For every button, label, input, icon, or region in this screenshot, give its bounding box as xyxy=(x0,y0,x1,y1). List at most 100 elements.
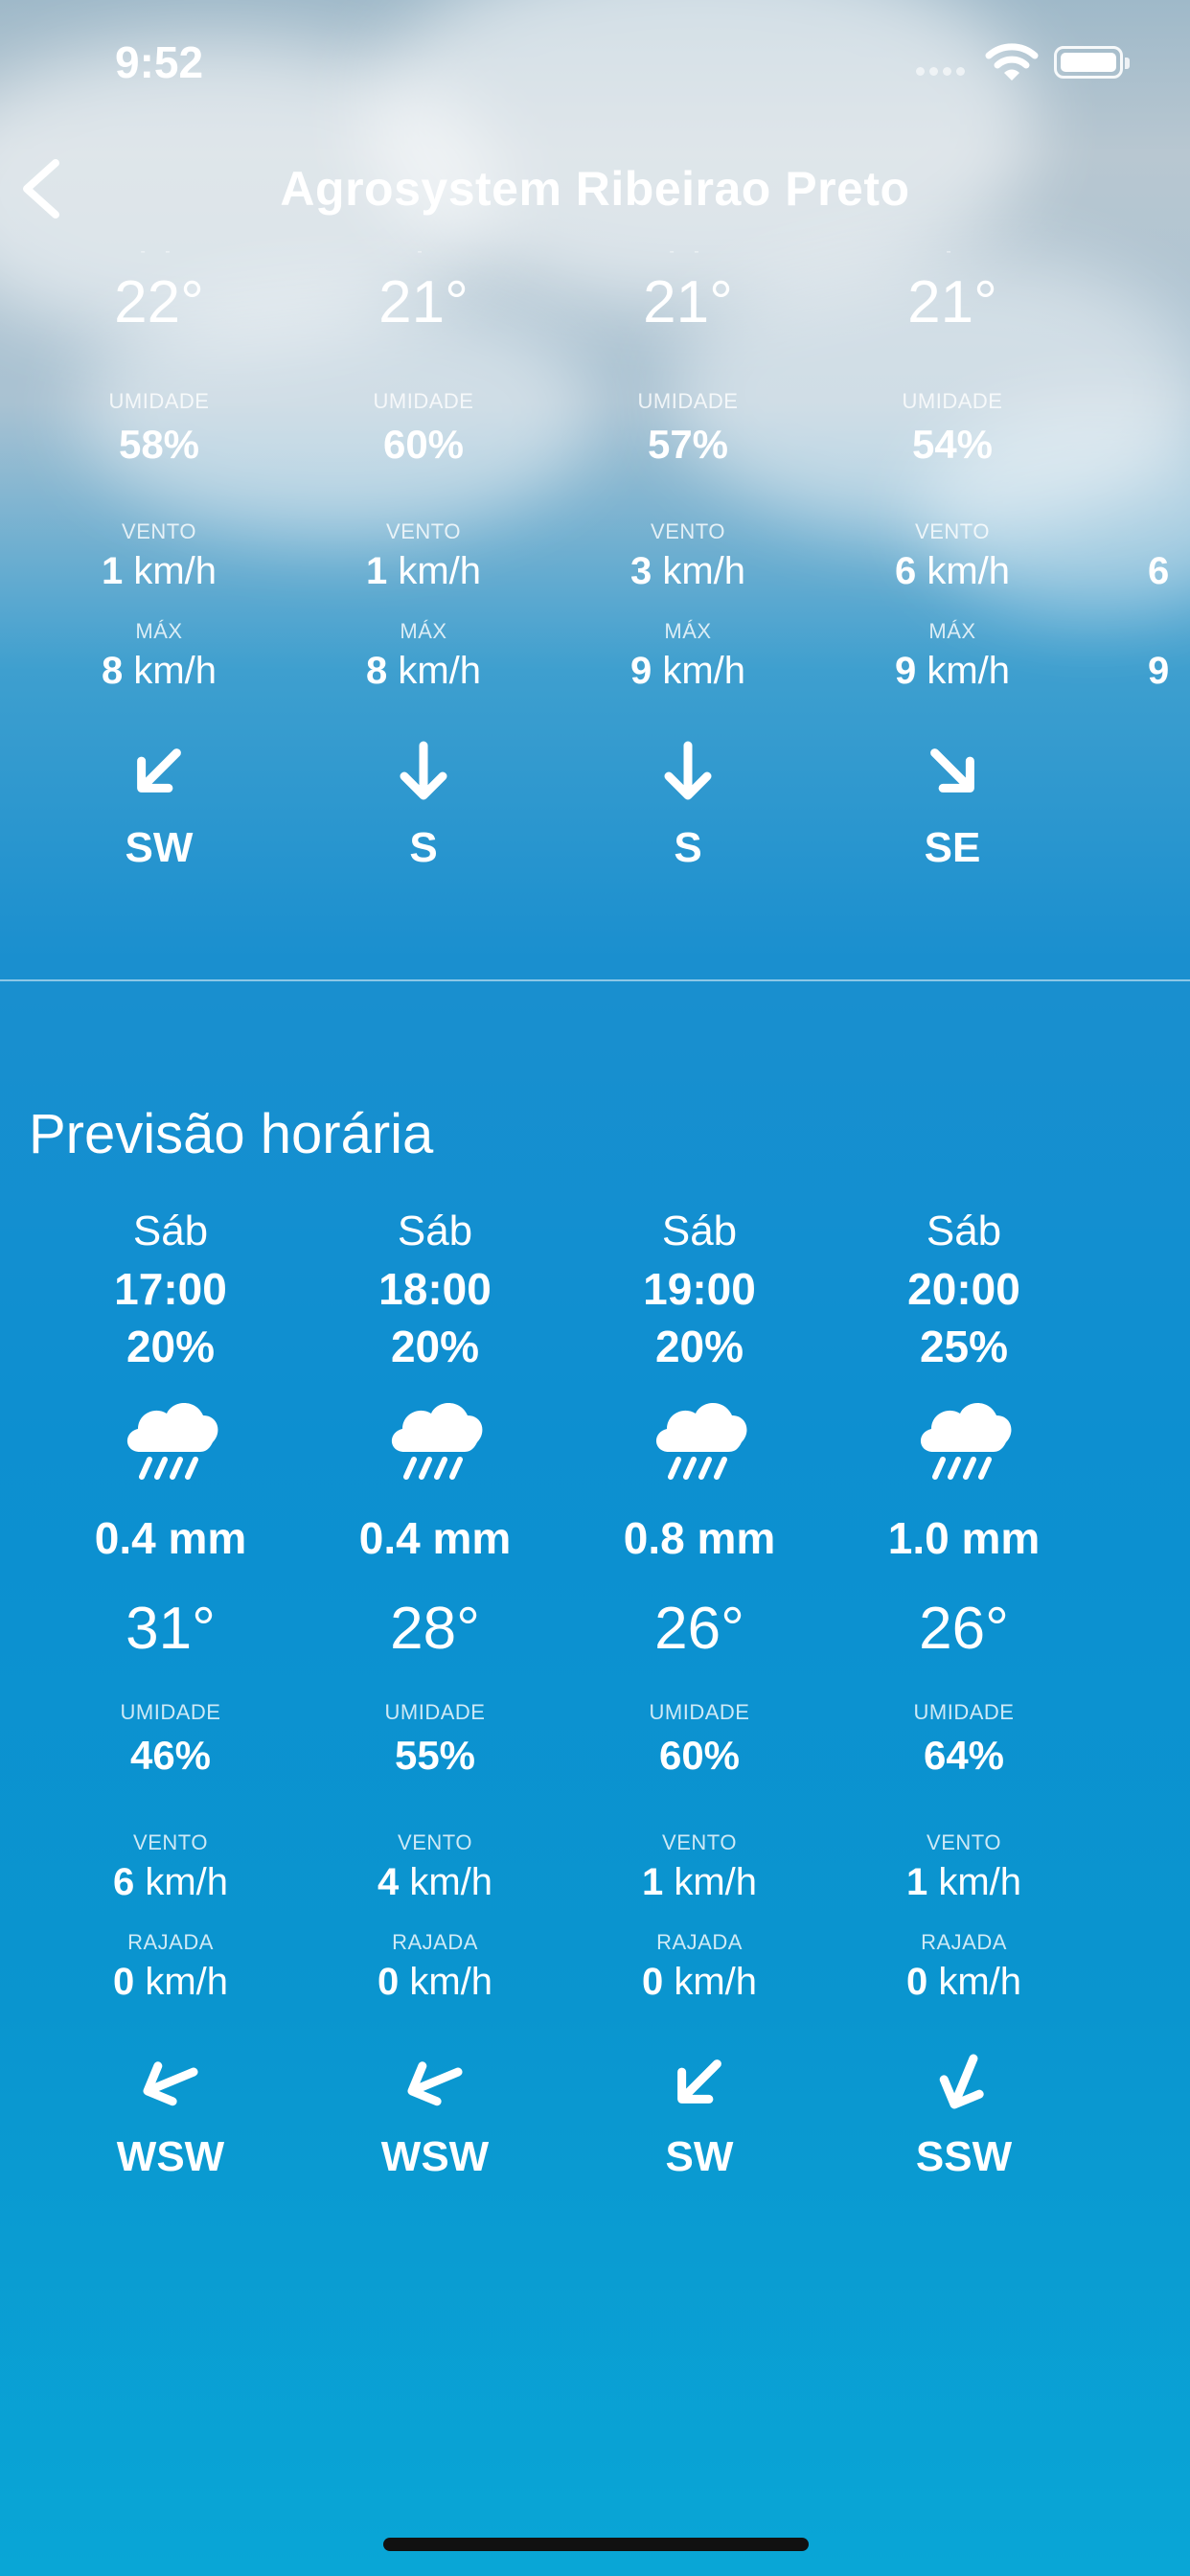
gust-speed: 0 km/h xyxy=(905,1961,1022,2003)
precipitation-amount: 0.8 mm xyxy=(623,1513,776,1563)
wind-label: VENTO xyxy=(927,1830,1001,1854)
rain-cloud-icon xyxy=(379,1384,491,1489)
precipitation-amount: 0.4 mm xyxy=(94,1513,247,1563)
arrow-wsw-icon xyxy=(121,2032,221,2132)
cellular-signal-icon xyxy=(916,67,973,77)
humidity-label: UMIDADE xyxy=(913,1700,1015,1724)
temperature: 21° xyxy=(643,269,733,335)
gust-label: RAJADA xyxy=(392,1930,478,1954)
column-header-dash: - - xyxy=(669,243,707,260)
gust-label: RAJADA xyxy=(127,1930,214,1954)
wind-direction: SW xyxy=(125,824,194,871)
day-label: Sáb xyxy=(397,1208,473,1254)
wind-direction: SW xyxy=(665,2133,734,2180)
temperature: 26° xyxy=(919,1596,1009,1662)
humidity-label: UMIDADE xyxy=(649,1700,750,1724)
rain-cloud-icon xyxy=(115,1384,226,1489)
temperature: 28° xyxy=(390,1596,480,1662)
wind-speed: 6 km/h xyxy=(112,1861,229,1903)
humidity-label: UMIDADE xyxy=(902,389,1003,413)
column-header-dash: - xyxy=(417,243,430,260)
hour-label: 20:00 xyxy=(907,1264,1020,1314)
day-label: Sáb xyxy=(926,1208,1002,1254)
wind-speed: 1 km/h xyxy=(641,1861,758,1903)
arrow-ssw-icon xyxy=(914,2032,1015,2132)
column-header-dash: - - xyxy=(140,243,178,260)
column-header-dash: - xyxy=(946,243,959,260)
rain-probability: 25% xyxy=(919,1322,1009,1371)
arrow-wsw-icon xyxy=(385,2032,486,2132)
wind-speed: 1 km/h xyxy=(905,1861,1022,1903)
arrow-se-icon xyxy=(898,716,1006,824)
wind-label: VENTO xyxy=(386,519,461,543)
hourly-forecast-strip[interactable]: Sáb 17:00 20% 0.4 mm 31° UMIDADE 46% VEN… xyxy=(0,1198,1190,2214)
temperature: 31° xyxy=(126,1596,216,1662)
section-divider xyxy=(0,979,1190,981)
max-label: MÁX xyxy=(135,619,183,643)
gust-label: RAJADA xyxy=(921,1930,1007,1954)
day-label: Sáb xyxy=(661,1208,738,1254)
arrow-sw-icon xyxy=(104,716,213,824)
wind-speed: 3 km/h xyxy=(629,550,746,592)
humidity-value: 57% xyxy=(647,422,729,467)
wind-label: VENTO xyxy=(122,519,196,543)
max-speed: 8 km/h xyxy=(365,650,482,692)
wifi-icon xyxy=(985,43,1039,80)
rain-probability: 20% xyxy=(654,1322,744,1371)
wind-speed: 1 km/h xyxy=(101,550,217,592)
humidity-label: UMIDADE xyxy=(637,389,739,413)
wind-direction: SE xyxy=(924,824,981,871)
wind-direction: WSW xyxy=(116,2133,225,2180)
humidity-value: 46% xyxy=(129,1733,212,1778)
humidity-value: 60% xyxy=(382,422,465,467)
gust-speed: 0 km/h xyxy=(377,1961,493,2003)
rain-probability: 20% xyxy=(126,1322,216,1371)
arrow-s-icon xyxy=(650,732,726,809)
wind-speed: 4 km/h xyxy=(377,1861,493,1903)
temperature: 26° xyxy=(654,1596,744,1662)
humidity-label: UMIDADE xyxy=(384,1700,486,1724)
daily-forecast-strip[interactable]: - - 22° UMIDADE 58% VENTO 1 km/h MÁX 8 k… xyxy=(0,240,1190,901)
temperature: 22° xyxy=(114,269,204,335)
max-speed: 8 km/h xyxy=(101,650,217,692)
wind-label: VENTO xyxy=(915,519,990,543)
wind-direction: WSW xyxy=(380,2133,490,2180)
max-speed: 9 km/h xyxy=(894,650,1011,692)
wind-label: VENTO xyxy=(662,1830,737,1854)
max-speed: 9 km/h xyxy=(629,650,746,692)
temperature: 21° xyxy=(907,269,997,335)
page-title: Agrosystem Ribeirao Preto xyxy=(280,162,910,216)
humidity-value: 58% xyxy=(118,422,200,467)
humidity-value: 55% xyxy=(394,1733,476,1778)
humidity-value: 60% xyxy=(658,1733,741,1778)
wind-label: VENTO xyxy=(133,1830,208,1854)
humidity-value: 54% xyxy=(911,422,994,467)
battery-icon xyxy=(1054,46,1130,79)
home-indicator[interactable] xyxy=(383,2538,809,2551)
gust-label: RAJADA xyxy=(656,1930,743,1954)
temperature: 21° xyxy=(378,269,469,335)
status-bar: 9:52 xyxy=(0,0,1190,134)
wind-label: VENTO xyxy=(651,519,725,543)
arrow-sw-icon xyxy=(645,2027,753,2135)
wind-direction: SSW xyxy=(915,2133,1013,2180)
max-label: MÁX xyxy=(400,619,447,643)
hourly-forecast-title: Previsão horária xyxy=(29,1103,434,1165)
max-label: MÁX xyxy=(664,619,712,643)
precipitation-amount: 0.4 mm xyxy=(358,1513,512,1563)
hour-label: 19:00 xyxy=(643,1264,756,1314)
arrow-s-icon xyxy=(385,732,462,809)
navigation-bar: Agrosystem Ribeirao Preto xyxy=(0,144,1190,230)
humidity-value: 64% xyxy=(923,1733,1005,1778)
wind-speed: 6 km/h xyxy=(894,550,1011,592)
hour-label: 18:00 xyxy=(378,1264,492,1314)
humidity-label: UMIDADE xyxy=(373,389,474,413)
wind-direction: S xyxy=(409,824,438,871)
gust-speed: 0 km/h xyxy=(112,1961,229,2003)
max-speed: 9 xyxy=(1148,650,1170,692)
rain-probability: 20% xyxy=(390,1322,480,1371)
status-time: 9:52 xyxy=(115,37,204,87)
wind-speed: 6 xyxy=(1148,550,1170,592)
wind-label: VENTO xyxy=(398,1830,472,1854)
precipitation-amount: 1.0 mm xyxy=(887,1513,1041,1563)
